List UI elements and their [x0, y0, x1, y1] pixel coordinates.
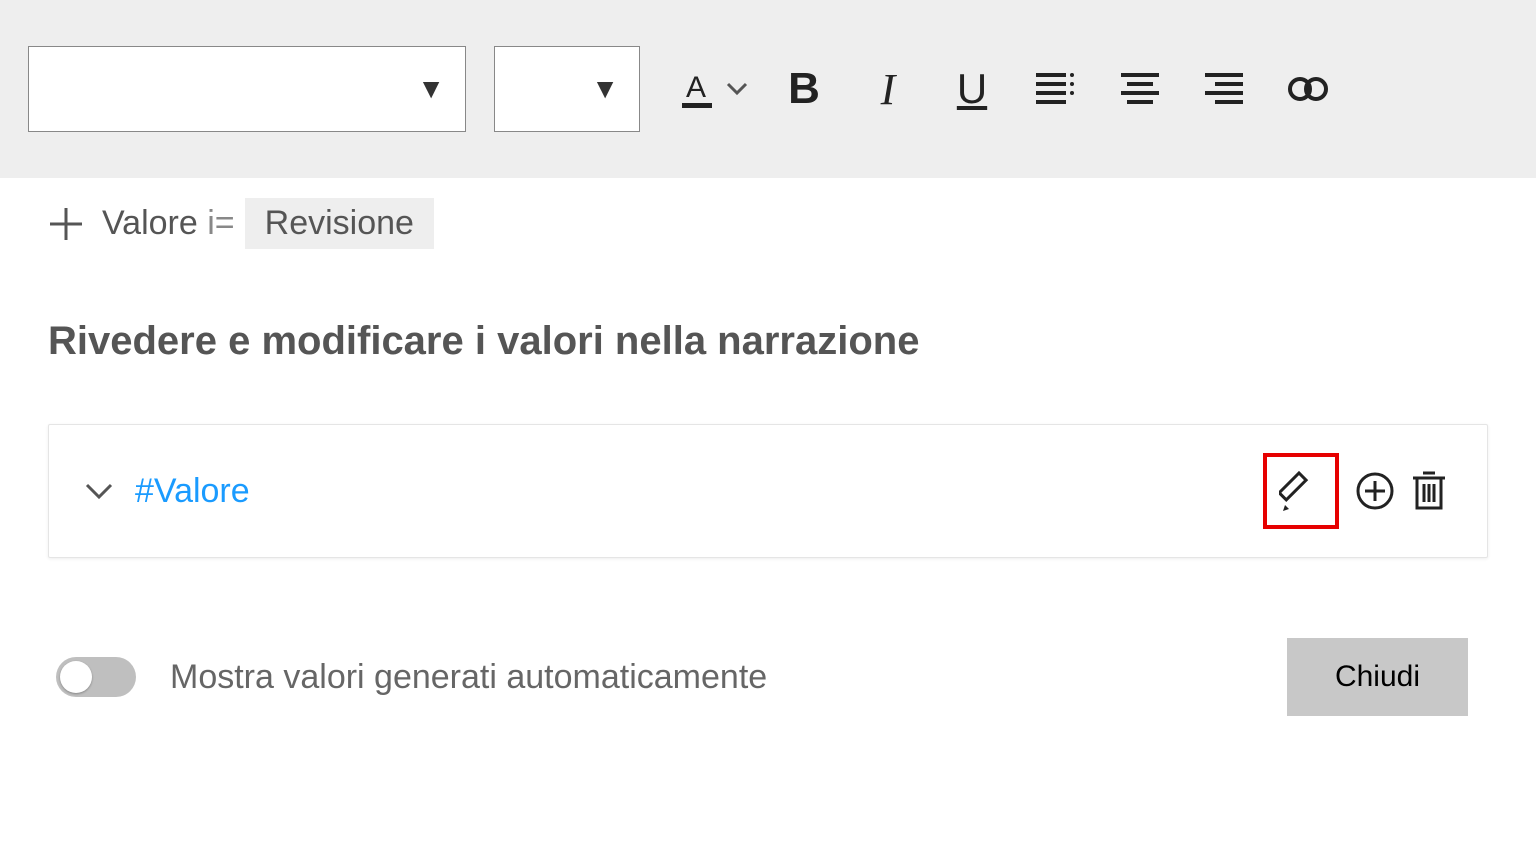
chevron-down-icon[interactable] — [85, 481, 113, 501]
align-center-button[interactable] — [1112, 61, 1168, 117]
toggle-knob — [60, 661, 92, 693]
dropdown-caret-icon: ▼ — [591, 73, 619, 105]
tabs-row: Valore i= Revisione — [48, 198, 1488, 249]
add-button[interactable] — [1355, 471, 1395, 511]
list-button[interactable] — [1028, 61, 1084, 117]
link-button[interactable] — [1280, 61, 1336, 117]
page-heading: Rivedere e modificare i valori nella nar… — [48, 319, 1488, 364]
chevron-down-icon — [726, 78, 748, 100]
size-select[interactable]: ▼ — [494, 46, 640, 132]
align-right-button[interactable] — [1196, 61, 1252, 117]
tab-value[interactable]: Valore i= — [102, 204, 235, 243]
underline-icon: U — [957, 65, 987, 113]
font-select[interactable]: ▼ — [28, 46, 466, 132]
plus-icon[interactable] — [48, 206, 84, 242]
font-color-icon: A — [680, 69, 714, 109]
trash-icon — [1411, 470, 1447, 512]
auto-values-toggle[interactable] — [56, 657, 136, 697]
dropdown-caret-icon: ▼ — [417, 73, 445, 105]
pencil-icon — [1279, 469, 1323, 513]
close-button[interactable]: Chiudi — [1287, 638, 1468, 716]
italic-icon: I — [881, 64, 896, 115]
underline-button[interactable]: U — [944, 61, 1000, 117]
edit-button[interactable] — [1263, 453, 1339, 529]
list-icon — [1036, 71, 1076, 107]
align-center-icon — [1121, 71, 1159, 107]
align-right-icon — [1205, 71, 1243, 107]
value-card: #Valore — [48, 424, 1488, 558]
font-color-button[interactable]: A — [680, 69, 748, 109]
svg-text:A: A — [686, 71, 706, 104]
formatting-toolbar: ▼ ▼ A B I U — [0, 0, 1536, 178]
plus-circle-icon — [1355, 471, 1395, 511]
toggle-label: Mostra valori generati automaticamente — [170, 658, 767, 697]
tab-value-label: Valore — [102, 204, 198, 242]
delete-button[interactable] — [1411, 470, 1447, 512]
value-link[interactable]: #Valore — [135, 472, 250, 511]
bold-icon: B — [788, 64, 820, 114]
link-icon — [1286, 74, 1330, 104]
bold-button[interactable]: B — [776, 61, 832, 117]
tab-review[interactable]: Revisione — [245, 198, 434, 249]
italic-button[interactable]: I — [860, 61, 916, 117]
